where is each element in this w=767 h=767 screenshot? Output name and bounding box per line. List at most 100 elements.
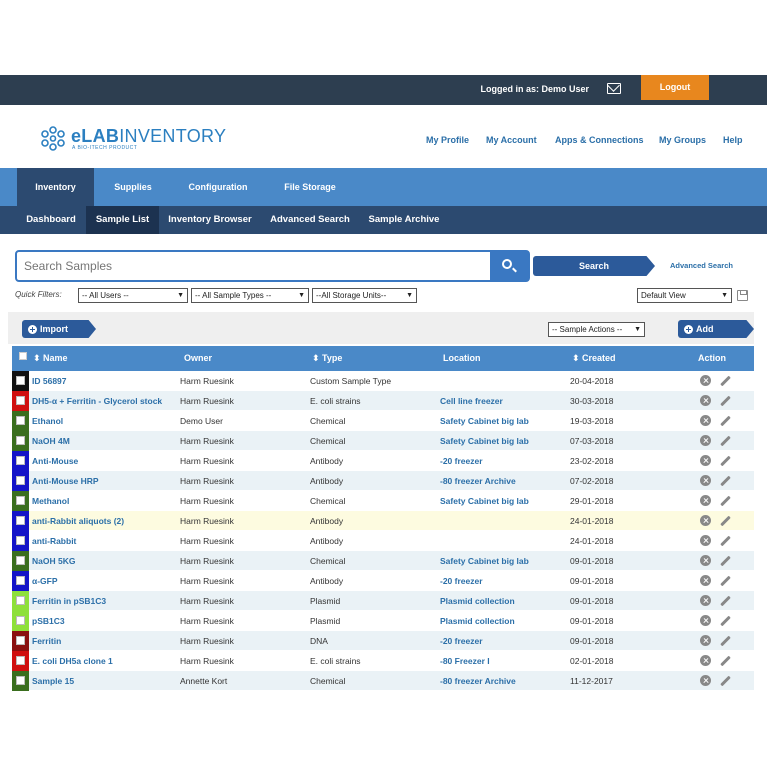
logout-button[interactable]: Logout — [641, 75, 709, 100]
my-profile-link[interactable]: My Profile — [426, 135, 469, 145]
select-all-checkbox[interactable] — [19, 352, 27, 360]
pencil-icon[interactable] — [720, 515, 731, 527]
row-checkbox[interactable] — [16, 636, 25, 645]
save-view-icon[interactable] — [737, 290, 748, 301]
table-row[interactable]: ID 56897 Harm Ruesink Custom Sample Type 20… — [12, 371, 754, 391]
advanced-search-link[interactable]: Advanced Search — [670, 261, 733, 270]
delete-icon[interactable] — [700, 495, 711, 506]
tab-sample-list[interactable]: Sample List — [86, 206, 159, 234]
table-row[interactable]: anti-Rabbit aliquots (2) Harm Ruesink Anti… — [12, 511, 754, 531]
row-checkbox[interactable] — [16, 556, 25, 565]
delete-icon[interactable] — [700, 655, 711, 666]
delete-icon[interactable] — [700, 555, 711, 566]
search-button[interactable]: Search — [533, 256, 655, 276]
sample-location-link[interactable]: Safety Cabinet big lab — [440, 551, 529, 571]
add-button[interactable]: Add — [678, 320, 754, 338]
sample-location-link[interactable]: Safety Cabinet big lab — [440, 491, 529, 511]
tab-dashboard[interactable]: Dashboard — [17, 206, 85, 234]
sample-location-link[interactable]: Safety Cabinet big lab — [440, 431, 529, 451]
row-checkbox[interactable] — [16, 396, 25, 405]
pencil-icon[interactable] — [720, 595, 731, 607]
sample-name-link[interactable]: Ethanol — [32, 411, 63, 431]
pencil-icon[interactable] — [720, 395, 731, 407]
sample-name-link[interactable]: NaOH 5KG — [32, 551, 75, 571]
search-input[interactable] — [20, 255, 490, 277]
table-row[interactable]: NaOH 4M Harm Ruesink Chemical Safety Cabine… — [12, 431, 754, 451]
row-checkbox[interactable] — [16, 596, 25, 605]
view-select[interactable]: Default View ▼ — [637, 288, 732, 303]
mail-icon[interactable] — [607, 83, 621, 94]
sample-name-link[interactable]: Anti-Mouse HRP — [32, 471, 99, 491]
delete-icon[interactable] — [700, 475, 711, 486]
sample-name-link[interactable]: DH5-α + Ferritin - Glycerol stock — [32, 391, 162, 411]
delete-icon[interactable] — [700, 455, 711, 466]
tab-advanced-search[interactable]: Advanced Search — [264, 206, 356, 234]
pencil-icon[interactable] — [720, 575, 731, 587]
delete-icon[interactable] — [700, 415, 711, 426]
sample-name-link[interactable]: Methanol — [32, 491, 69, 511]
sample-location-link[interactable]: Plasmid collection — [440, 591, 515, 611]
help-link[interactable]: Help — [723, 135, 743, 145]
table-row[interactable]: α-GFP Harm Ruesink Antibody -20 freezer 09-0… — [12, 571, 754, 591]
table-row[interactable]: anti-Rabbit Harm Ruesink Antibody 24-01-201… — [12, 531, 754, 551]
table-row[interactable]: Sample 15 Annette Kort Chemical -80 freezer… — [12, 671, 754, 691]
sample-name-link[interactable]: ID 56897 — [32, 371, 67, 391]
storage-units-filter-select[interactable]: --All Storage Units-- ▼ — [312, 288, 417, 303]
row-checkbox[interactable] — [16, 476, 25, 485]
sample-name-link[interactable]: Sample 15 — [32, 671, 74, 691]
users-filter-select[interactable]: -- All Users -- ▼ — [78, 288, 188, 303]
pencil-icon[interactable] — [720, 495, 731, 507]
pencil-icon[interactable] — [720, 675, 731, 687]
sample-name-link[interactable]: NaOH 4M — [32, 431, 70, 451]
delete-icon[interactable] — [700, 595, 711, 606]
pencil-icon[interactable] — [720, 615, 731, 627]
sample-location-link[interactable]: -20 freezer — [440, 451, 483, 471]
my-account-link[interactable]: My Account — [486, 135, 537, 145]
pencil-icon[interactable] — [720, 375, 731, 387]
row-checkbox[interactable] — [16, 676, 25, 685]
sample-types-filter-select[interactable]: -- All Sample Types -- ▼ — [191, 288, 309, 303]
pencil-icon[interactable] — [720, 455, 731, 467]
tab-sample-archive[interactable]: Sample Archive — [362, 206, 446, 234]
delete-icon[interactable] — [700, 675, 711, 686]
row-checkbox[interactable] — [16, 536, 25, 545]
table-row[interactable]: E. coli DH5a clone 1 Harm Ruesink E. coli … — [12, 651, 754, 671]
tab-inventory-browser[interactable]: Inventory Browser — [162, 206, 258, 234]
sample-name-link[interactable]: anti-Rabbit — [32, 531, 76, 551]
sample-name-link[interactable]: Anti-Mouse — [32, 451, 78, 471]
pencil-icon[interactable] — [720, 635, 731, 647]
delete-icon[interactable] — [700, 535, 711, 546]
header-type[interactable]: ⬍ Type — [312, 346, 342, 371]
sample-name-link[interactable]: α-GFP — [32, 571, 58, 591]
row-checkbox[interactable] — [16, 496, 25, 505]
row-checkbox[interactable] — [16, 656, 25, 665]
table-row[interactable]: Methanol Harm Ruesink Chemical Safety Cabin… — [12, 491, 754, 511]
sample-name-link[interactable]: Ferritin in pSB1C3 — [32, 591, 106, 611]
table-row[interactable]: Ethanol Demo User Chemical Safety Cabinet b… — [12, 411, 754, 431]
sample-location-link[interactable]: -80 freezer Archive — [440, 471, 516, 491]
search-icon-button[interactable] — [490, 252, 528, 280]
sample-name-link[interactable]: E. coli DH5a clone 1 — [32, 651, 113, 671]
table-row[interactable]: DH5-α + Ferritin - Glycerol stock Harm Ru… — [12, 391, 754, 411]
import-button[interactable]: Import — [22, 320, 96, 338]
tab-inventory[interactable]: Inventory — [17, 168, 94, 206]
sample-name-link[interactable]: pSB1C3 — [32, 611, 65, 631]
sample-location-link[interactable]: -20 freezer — [440, 631, 483, 651]
tab-configuration[interactable]: Configuration — [180, 168, 256, 206]
row-checkbox[interactable] — [16, 376, 25, 385]
header-name[interactable]: ⬍ Name — [33, 346, 68, 371]
sample-name-link[interactable]: Ferritin — [32, 631, 61, 651]
sample-location-link[interactable]: -80 Freezer I — [440, 651, 490, 671]
sample-location-link[interactable]: Safety Cabinet big lab — [440, 411, 529, 431]
table-row[interactable]: Anti-Mouse Harm Ruesink Antibody -20 freeze… — [12, 451, 754, 471]
pencil-icon[interactable] — [720, 655, 731, 667]
delete-icon[interactable] — [700, 515, 711, 526]
apps-connections-link[interactable]: Apps & Connections — [555, 135, 644, 145]
tab-supplies[interactable]: Supplies — [98, 168, 168, 206]
table-row[interactable]: NaOH 5KG Harm Ruesink Chemical Safety Cabin… — [12, 551, 754, 571]
table-row[interactable]: Anti-Mouse HRP Harm Ruesink Antibody -80 fr… — [12, 471, 754, 491]
delete-icon[interactable] — [700, 615, 711, 626]
row-checkbox[interactable] — [16, 616, 25, 625]
pencil-icon[interactable] — [720, 555, 731, 567]
header-created[interactable]: ⬍ Created — [572, 346, 616, 371]
